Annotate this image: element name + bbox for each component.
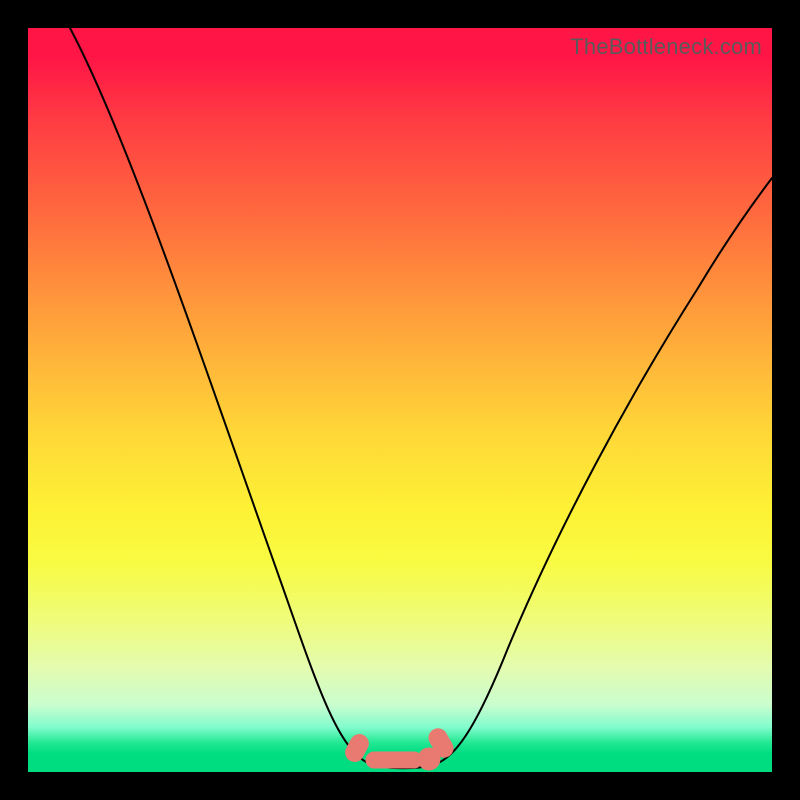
- chart-overlay: [28, 28, 772, 772]
- chart-frame: TheBottleneck.com: [0, 0, 800, 800]
- optimal-markers: [342, 726, 456, 770]
- bottleneck-curve: [70, 28, 772, 768]
- plot-area: TheBottleneck.com: [28, 28, 772, 772]
- marker-dot: [366, 752, 422, 768]
